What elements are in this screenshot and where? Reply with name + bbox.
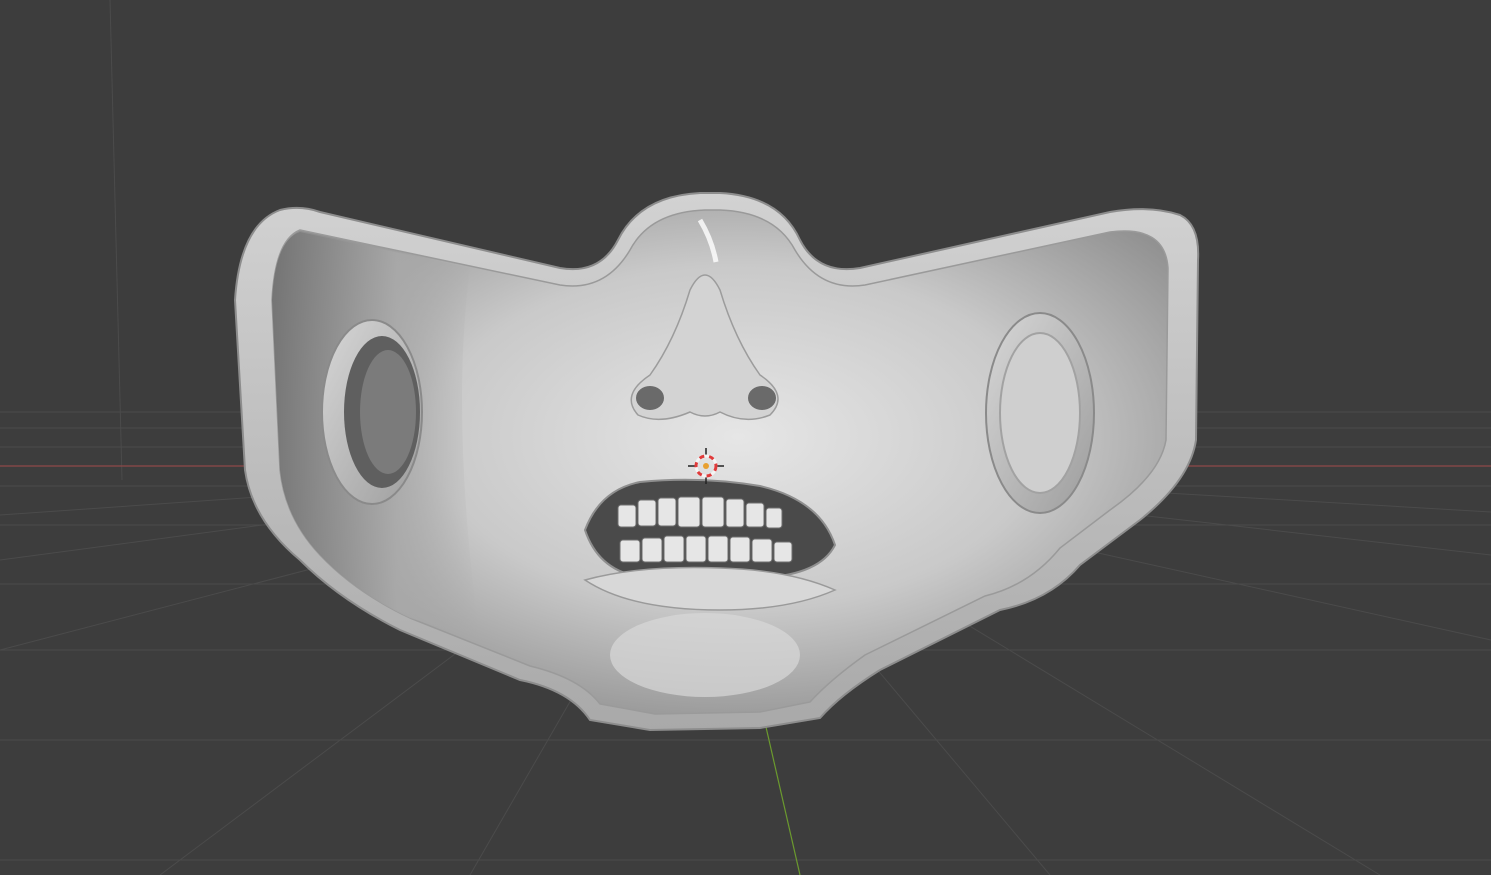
right-nostril bbox=[748, 386, 776, 410]
right-vent bbox=[985, 312, 1095, 514]
left-nostril bbox=[636, 386, 664, 410]
mask-mouth bbox=[583, 478, 837, 611]
3d-viewport[interactable] bbox=[0, 0, 1491, 875]
viewport-scene[interactable] bbox=[0, 0, 1491, 875]
mask-chin bbox=[610, 613, 800, 697]
mask-model[interactable] bbox=[233, 192, 1200, 732]
left-vent bbox=[321, 319, 423, 505]
